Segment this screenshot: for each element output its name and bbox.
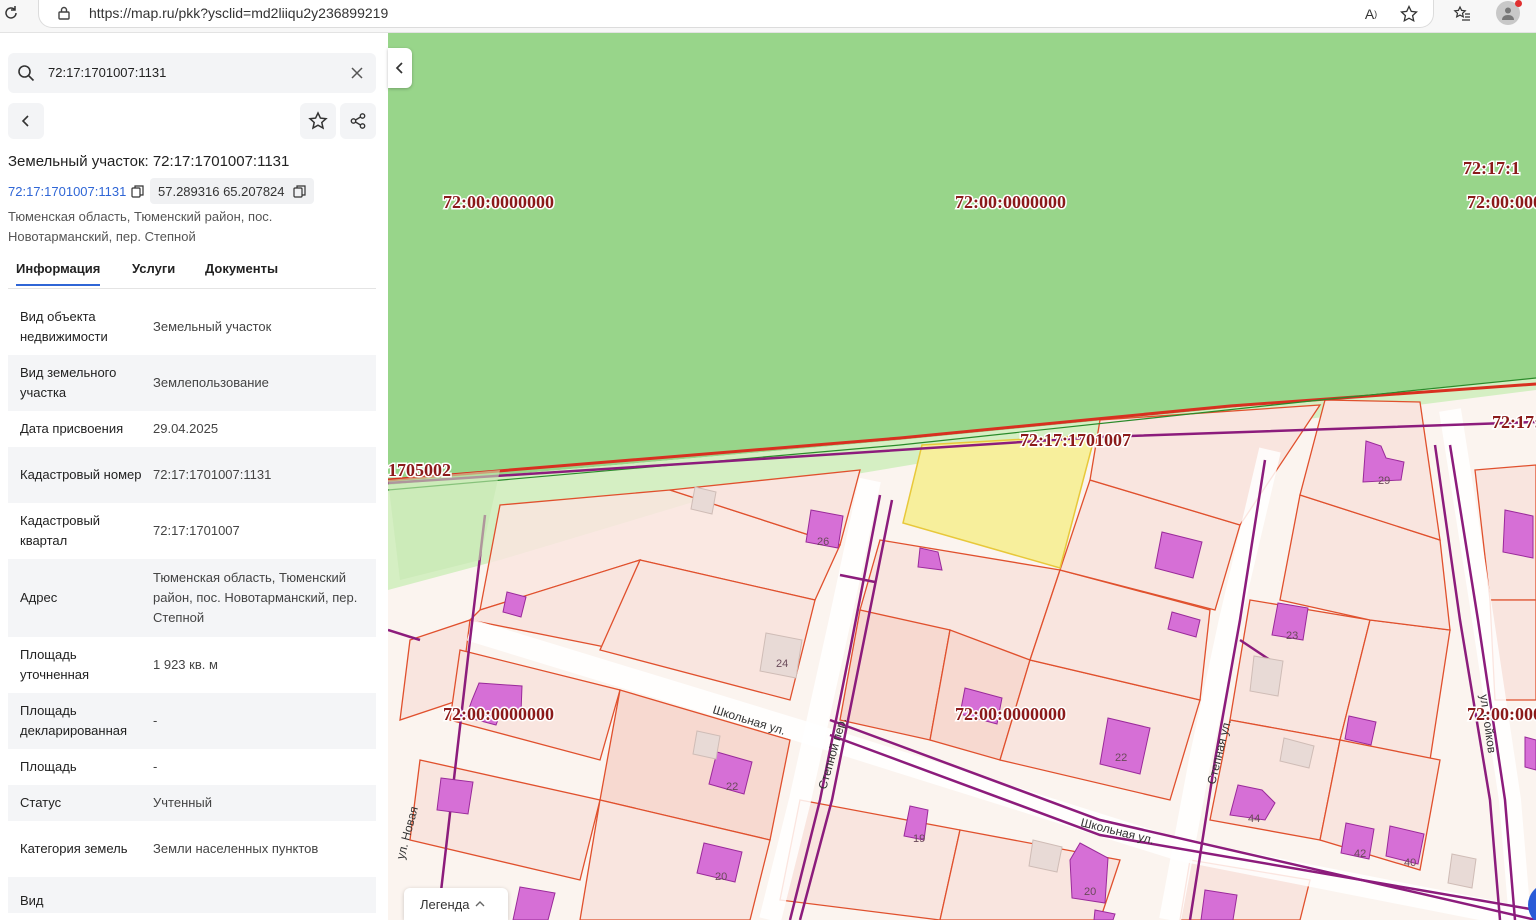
info-key: Категория земель xyxy=(20,841,128,856)
quarter-label: 72:17:1 xyxy=(1492,412,1536,432)
info-key: Адрес xyxy=(20,590,58,605)
info-row: Дата присвоения 29.04.2025 xyxy=(8,411,376,447)
info-key: Площадь xyxy=(20,759,77,774)
object-title: Земельный участок: 72:17:1701007:1131 xyxy=(8,153,290,170)
info-value: Учтенный xyxy=(153,795,213,810)
copy-icon[interactable] xyxy=(131,184,144,198)
favorites-list-icon[interactable] xyxy=(1452,4,1472,24)
info-key: Кадастровый номер xyxy=(20,467,142,482)
quarter-label: 1705002 xyxy=(388,460,451,480)
info-value: 29.04.2025 xyxy=(153,421,219,436)
info-value: Землепользование xyxy=(153,375,269,390)
info-row: Вид xyxy=(8,877,376,913)
chevron-left-icon xyxy=(395,62,403,74)
share-icon xyxy=(350,113,366,129)
collapse-sidebar-button[interactable] xyxy=(388,48,412,88)
info-key: Вид xyxy=(20,893,44,908)
house-number: 42 xyxy=(1354,848,1366,860)
cadastral-number-link[interactable]: 72:17:1701007:1131 xyxy=(8,178,144,204)
quarter-label: 72:00:0000000 xyxy=(955,192,1066,212)
back-button[interactable] xyxy=(8,103,44,139)
read-aloud-icon[interactable]: A) xyxy=(1361,4,1381,24)
info-row: Площадь декларированная - xyxy=(8,693,376,749)
info-value: - xyxy=(153,759,158,774)
house-number: 22 xyxy=(1170,554,1182,566)
house-number: 26 xyxy=(817,536,829,548)
chevron-up-icon xyxy=(475,901,485,907)
info-key: Дата присвоения xyxy=(20,421,124,436)
quarter-label: 72:00:0000000 xyxy=(1467,704,1536,724)
house-number: 22 xyxy=(1115,752,1127,764)
info-row: Категория земель Земли населенных пунктов xyxy=(8,821,376,877)
site-info-icon[interactable] xyxy=(55,4,73,22)
quarter-label: 72:00:0000000 xyxy=(1467,192,1536,212)
quarter-label: 72:17:1701007 xyxy=(1020,430,1131,450)
quarter-label: 72:00:0000000 xyxy=(443,192,554,212)
cadastral-map[interactable]: 26 24 22 22 19 20 20 23 29 44 42 40 22 Ш… xyxy=(388,33,1536,920)
tab-information[interactable]: Информация xyxy=(16,261,101,286)
house-number: 20 xyxy=(715,871,727,883)
quarter-label: 72:00:0000000 xyxy=(955,704,1066,724)
favorite-button[interactable] xyxy=(300,103,336,139)
info-row: Площадь уточненная 1 923 кв. м xyxy=(8,637,376,693)
house-number: 19 xyxy=(913,833,925,845)
house-number: 23 xyxy=(1286,630,1298,642)
info-row: Вид земельного участка Землепользование xyxy=(8,355,376,411)
house-number: 20 xyxy=(1084,886,1096,898)
sidebar-panel: 72:17:1701007:1131 Земельный участок: 72… xyxy=(0,33,388,920)
map-canvas[interactable]: 26 24 22 22 19 20 20 23 29 44 42 40 22 Ш… xyxy=(388,33,1536,920)
info-key: Площадь уточненная xyxy=(20,647,90,682)
chevron-left-icon xyxy=(21,115,29,127)
house-number: 29 xyxy=(1378,475,1390,487)
info-key: Вид объекта недвижимости xyxy=(20,309,108,344)
address-bar[interactable]: https://map.ru/pkk?ysclid=md2liiqu2y2368… xyxy=(38,0,1434,28)
info-key: Статус xyxy=(20,795,62,810)
search-box[interactable]: 72:17:1701007:1131 xyxy=(8,53,376,93)
coordinates-text: 57.289316 65.207824 xyxy=(158,183,285,199)
search-input[interactable]: 72:17:1701007:1131 xyxy=(48,65,166,80)
star-icon xyxy=(308,111,328,130)
tab-bar: Информация Услуги Документы xyxy=(8,257,376,289)
house-number: 40 xyxy=(1404,857,1416,869)
info-value: Тюменская область, Тюменский район, пос.… xyxy=(153,570,358,625)
info-row: Кадастровый номер 72:17:1701007:1131 xyxy=(8,447,376,503)
object-address: Тюменская область, Тюменский район, пос.… xyxy=(8,209,273,244)
legend-button[interactable]: Легенда xyxy=(404,888,508,920)
share-button[interactable] xyxy=(340,103,376,139)
legend-label: Легенда xyxy=(420,896,470,912)
house-number: 44 xyxy=(1248,813,1260,825)
url-text[interactable]: https://map.ru/pkk?ysclid=md2liiqu2y2368… xyxy=(89,5,388,21)
info-value: Земли населенных пунктов xyxy=(153,841,319,856)
info-value: - xyxy=(153,713,158,728)
info-row: Адрес Тюменская область, Тюменский район,… xyxy=(8,559,376,637)
info-value: 72:17:1701007:1131 xyxy=(153,467,272,482)
notification-dot xyxy=(1515,0,1522,7)
reload-icon[interactable] xyxy=(2,4,20,22)
cadastral-number-text[interactable]: 72:17:1701007:1131 xyxy=(8,184,126,199)
quarter-label: 72:00:0000000 xyxy=(443,704,554,724)
tab-documents[interactable]: Документы xyxy=(205,261,278,276)
house-number: 22 xyxy=(726,781,738,793)
info-value: Земельный участок xyxy=(153,319,272,334)
info-row: Кадастровый квартал 72:17:1701007 xyxy=(8,503,376,559)
house-number: 24 xyxy=(776,658,788,670)
tab-services[interactable]: Услуги xyxy=(132,261,175,276)
info-table: Вид объекта недвижимости Земельный участо… xyxy=(8,299,376,913)
quarter-label: 72:17:1 xyxy=(1463,158,1520,178)
search-icon xyxy=(17,64,35,82)
info-row: Статус Учтенный xyxy=(8,785,376,821)
copy-icon[interactable] xyxy=(292,184,306,198)
browser-toolbar: https://map.ru/pkk?ysclid=md2liiqu2y2368… xyxy=(0,0,1536,33)
info-row: Вид объекта недвижимости Земельный участо… xyxy=(8,299,376,355)
info-key: Вид земельного участка xyxy=(20,365,117,400)
info-value: 72:17:1701007 xyxy=(153,523,240,538)
clear-search-icon[interactable] xyxy=(350,66,364,80)
info-key: Площадь декларированная xyxy=(20,703,128,738)
profile-avatar-icon[interactable] xyxy=(1496,0,1522,25)
favorite-star-icon[interactable] xyxy=(1399,4,1419,24)
info-row: Площадь - xyxy=(8,749,376,785)
info-value: 1 923 кв. м xyxy=(153,657,218,672)
info-key: Кадастровый квартал xyxy=(20,513,101,548)
coordinates-chip[interactable]: 57.289316 65.207824 xyxy=(150,178,314,204)
